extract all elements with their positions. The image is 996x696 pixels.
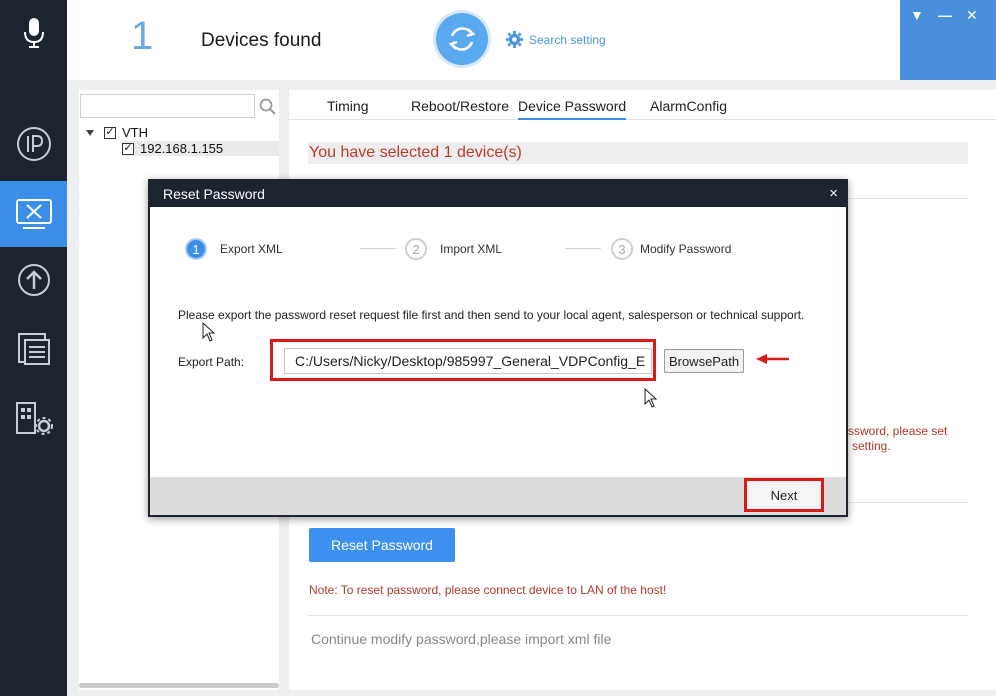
lan-note: Note: To reset password, please connect …	[309, 583, 667, 597]
close-window-icon[interactable]: ✕	[966, 7, 978, 24]
step-connector	[360, 248, 396, 249]
devices-found-label: Devices found	[201, 30, 322, 51]
tab-timing[interactable]: Timing	[327, 98, 369, 114]
step-modify-password: 3 Modify Password	[611, 238, 731, 260]
tree-search-input[interactable]	[80, 94, 255, 118]
close-icon[interactable]: ×	[829, 181, 838, 207]
tree-node-label: VTH	[122, 125, 148, 140]
browse-path-button[interactable]: BrowsePath	[664, 349, 744, 373]
export-path-label: Export Path:	[178, 355, 245, 369]
building-config-icon[interactable]	[0, 386, 67, 452]
step-export-xml: 1 Export XML	[185, 238, 283, 260]
continue-import-text: Continue modify password,please import x…	[311, 631, 612, 647]
minimize-icon[interactable]: —	[938, 7, 952, 23]
tab-reboot-restore[interactable]: Reboot/Restore	[411, 98, 509, 114]
tools-monitor-icon[interactable]	[0, 181, 67, 247]
search-icon[interactable]	[259, 98, 277, 116]
step-label: Modify Password	[640, 242, 732, 256]
ip-icon[interactable]	[0, 111, 67, 177]
window-controls: ▼ — ✕	[900, 0, 996, 80]
reset-password-dialog: Reset Password × 1 Export XML 2 Import X…	[148, 179, 848, 517]
microphone-icon[interactable]	[0, 0, 67, 66]
red-arrow-icon	[756, 354, 789, 364]
tree-node-label: 192.168.1.155	[140, 141, 224, 156]
mouse-cursor-icon	[644, 388, 658, 408]
tree-node-device[interactable]: ✓ 192.168.1.155	[122, 141, 279, 156]
refresh-icon	[448, 27, 476, 51]
step-number: 2	[405, 238, 427, 260]
tab-bar: Timing Reboot/Restore Device Password Al…	[289, 90, 996, 120]
export-instruction: Please export the password reset request…	[178, 308, 805, 322]
divider	[308, 615, 968, 616]
vth-checkbox[interactable]: ✓	[104, 126, 116, 139]
password-hint-text: ssword, please set setting.	[848, 424, 948, 453]
device-checkbox[interactable]: ✓	[122, 142, 134, 155]
document-list-icon[interactable]	[0, 316, 67, 382]
sidebar	[0, 0, 67, 696]
step-import-xml: 2 Import XML	[405, 238, 502, 260]
tree-node-vth[interactable]: ✓ VTH	[86, 125, 148, 140]
reset-password-button[interactable]: Reset Password	[309, 528, 455, 562]
tab-alarm-config[interactable]: AlarmConfig	[650, 98, 727, 114]
gear-icon	[505, 30, 524, 49]
export-path-input[interactable]: C:/Users/Nicky/Desktop/985997_General_VD…	[284, 348, 652, 374]
step-number: 3	[611, 238, 633, 260]
horizontal-scrollbar[interactable]	[79, 683, 279, 688]
dropdown-menu-icon[interactable]: ▼	[910, 7, 924, 23]
next-button[interactable]: Next	[744, 478, 824, 512]
search-setting-link[interactable]: Search setting	[505, 30, 606, 49]
mouse-cursor-icon	[202, 322, 216, 342]
dialog-title: Reset Password	[150, 181, 846, 207]
search-setting-label: Search setting	[529, 32, 606, 47]
refresh-button[interactable]	[436, 13, 488, 65]
device-count: 1	[131, 14, 154, 58]
dialog-footer	[150, 477, 846, 515]
step-number: 1	[185, 238, 207, 260]
expand-icon[interactable]	[86, 129, 94, 136]
step-label: Import XML	[440, 242, 503, 256]
tab-device-password[interactable]: Device Password	[518, 98, 627, 120]
selected-devices-text: You have selected 1 device(s)	[308, 142, 968, 164]
step-label: Export XML	[220, 242, 283, 256]
step-connector	[565, 248, 601, 249]
upgrade-icon[interactable]	[0, 247, 67, 313]
